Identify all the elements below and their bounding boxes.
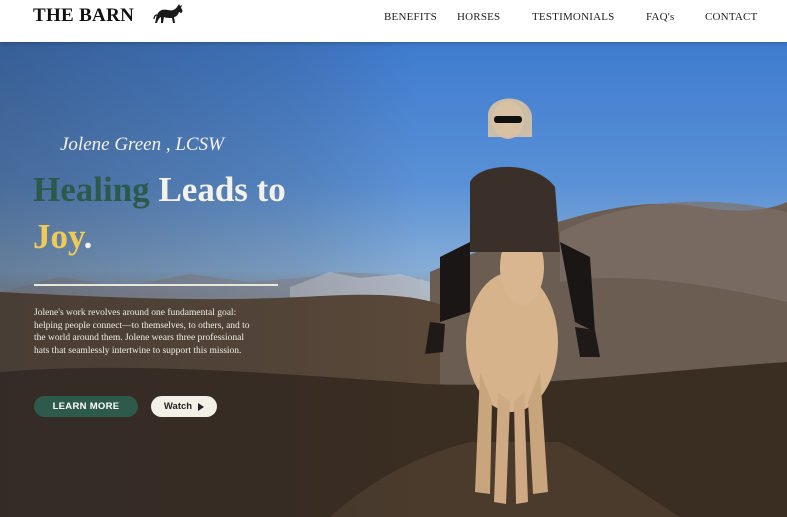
hero-description: Jolene's work revolves around one fundam… bbox=[34, 307, 284, 357]
watch-button-label: Watch bbox=[163, 401, 193, 412]
hero-text-overlay bbox=[0, 42, 420, 517]
horse-logo-icon bbox=[153, 4, 183, 23]
description-line: Jolene's work revolves around one fundam… bbox=[34, 308, 237, 318]
description-line: hats that seamlessly intertwine to suppo… bbox=[34, 345, 242, 356]
nav-horses[interactable]: HORSES bbox=[457, 11, 500, 23]
headline-word-leads-to: Leads to bbox=[149, 170, 286, 209]
nav-testimonials[interactable]: TESTIMONIALS bbox=[532, 11, 614, 23]
description-line: helping people connect—to themselves, to… bbox=[34, 320, 250, 331]
play-icon bbox=[198, 402, 205, 411]
hero-headline: Healing Leads to Joy. bbox=[33, 166, 353, 260]
headline-word-healing: Healing bbox=[33, 170, 150, 209]
description-line: the world around them. Jolene wears thre… bbox=[34, 333, 244, 343]
nav-contact[interactable]: CONTACT bbox=[705, 11, 757, 23]
hero-divider bbox=[34, 284, 278, 286]
hero-subtitle: Jolene Green , LCSW bbox=[60, 134, 224, 155]
headline-period: . bbox=[83, 217, 93, 256]
nav-benefits[interactable]: BENEFITS bbox=[384, 11, 437, 23]
watch-button[interactable]: Watch bbox=[151, 396, 217, 417]
site-header: THE BARN BENEFITS HORSES TESTIMONIALS FA… bbox=[0, 0, 787, 42]
hero-section: Jolene Green , LCSW Healing Leads to Joy… bbox=[0, 42, 787, 517]
learn-more-button[interactable]: LEARN MORE bbox=[34, 396, 138, 417]
nav-faqs[interactable]: FAQ's bbox=[646, 11, 674, 23]
brand-name[interactable]: THE BARN bbox=[33, 5, 134, 27]
headline-word-joy: Joy bbox=[33, 217, 84, 256]
